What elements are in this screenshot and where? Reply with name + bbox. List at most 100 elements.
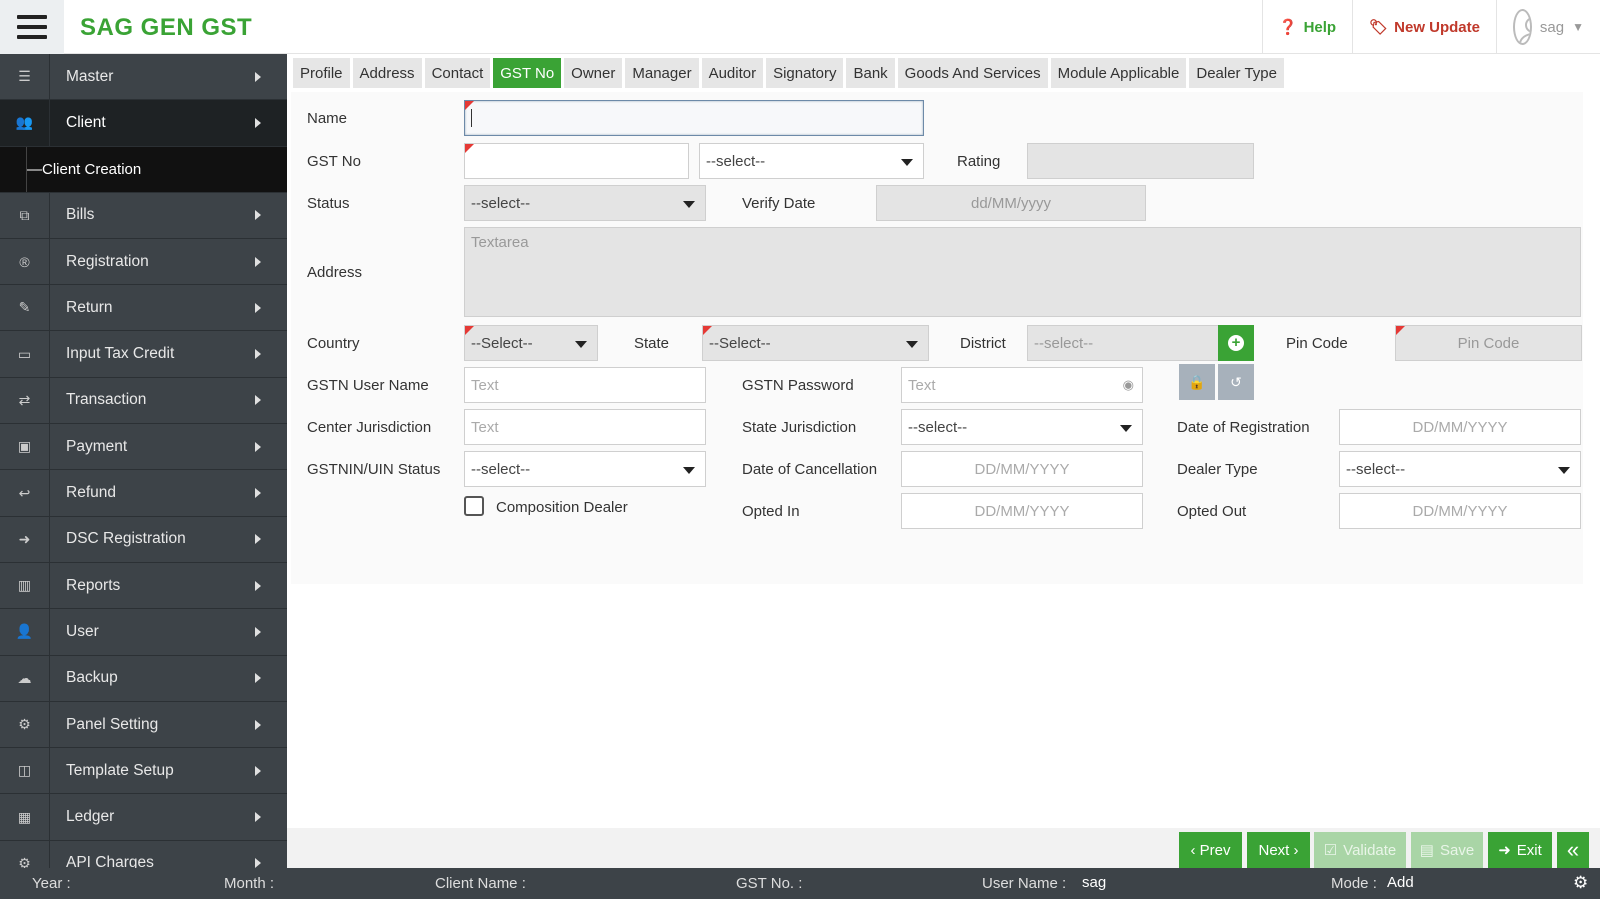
columns-icon: ◫ [0,748,50,794]
reset-button[interactable]: ↺ [1218,364,1254,400]
district-select[interactable]: --select-- [1027,325,1219,361]
sidebar-item-api-charges[interactable]: ⚙ API Charges [0,840,287,868]
country-select[interactable]: --Select-- [464,325,598,361]
country-label: Country [307,335,360,352]
sidebar-item-label: User [66,622,99,640]
status-select[interactable]: --select-- [464,185,706,221]
prev-button[interactable]: ‹ Prev [1179,832,1242,868]
sidebar-item-panel-setting[interactable]: ⚙ Panel Setting [0,701,287,749]
tab-owner[interactable]: Owner [564,58,623,88]
validate-button[interactable]: ☑ Validate [1314,832,1406,868]
question-circle-icon: ❓ [1278,19,1298,36]
dealer-type-label: Dealer Type [1177,461,1258,478]
caret-right-icon [255,719,261,730]
tab-module-applicable[interactable]: Module Applicable [1050,58,1187,88]
collapse-button[interactable]: « [1557,832,1589,868]
status-label: Status [307,195,350,212]
date-of-registration-input[interactable]: DD/MM/YYYY [1339,409,1581,445]
caret-right-icon [255,349,261,360]
copy-icon: ⧉ [0,192,50,238]
tab-contact[interactable]: Contact [424,58,491,88]
address-textarea[interactable]: Textarea [464,227,1581,317]
user-menu[interactable]: sag ▼ [1496,0,1600,54]
date-of-cancellation-input[interactable]: DD/MM/YYYY [901,451,1143,487]
lock-button[interactable]: 🔒 [1179,364,1215,400]
avatar [1513,9,1532,45]
tab-goods-and-services[interactable]: Goods And Services [897,58,1048,88]
state-jurisdiction-select[interactable]: --select-- [901,409,1143,445]
composition-dealer-checkbox[interactable] [464,496,484,516]
caret-right-icon [255,812,261,823]
lock-icon: 🔒 [1188,373,1206,390]
gstn-password-label: GSTN Password [742,377,854,394]
opted-in-input[interactable]: DD/MM/YYYY [901,493,1143,529]
gst-no-input[interactable] [464,143,689,179]
sidebar-item-label: Master [66,67,114,85]
action-bar: ‹ Prev Next › ☑ Validate ▤ Save ➜ Exit « [287,828,1600,868]
opted-out-input[interactable]: DD/MM/YYYY [1339,493,1581,529]
gst-no-type-select[interactable]: --select-- [699,143,924,179]
sidebar-item-backup[interactable]: ☁ Backup [0,655,287,702]
sidebar-item-label: Bills [66,206,95,224]
caret-right-icon [255,488,261,499]
app-title: SAG GEN GST [80,14,253,41]
credit-card-icon: ▭ [0,331,50,377]
check-square-icon: ☑ [1323,842,1338,859]
sidebar-item-return[interactable]: ✎ Return [0,285,287,332]
sidebar-item-bills[interactable]: ⧉ Bills [0,192,287,239]
new-update-button[interactable]: 🏷 New Update [1352,0,1496,54]
sidebar-item-dsc-registration[interactable]: ➜ DSC Registration [0,516,287,563]
tab-address[interactable]: Address [352,58,422,88]
main-content: Profile Address Contact GST No Owner Man… [287,54,1600,868]
state-label: State [634,335,670,352]
hamburger-menu-icon[interactable] [0,0,64,54]
tab-gst-no[interactable]: GST No [493,58,562,88]
uin-status-select[interactable]: --select-- [464,451,706,487]
sidebar-item-master[interactable]: ☰ Master [0,54,287,101]
month-label: Month : [224,875,275,892]
tab-signatory[interactable]: Signatory [766,58,844,88]
sidebar-item-refund[interactable]: ↩ Refund [0,470,287,517]
tab-dealer-type[interactable]: Dealer Type [1189,58,1284,88]
cog-icon: ⚙ [0,840,50,868]
name-label: Name [307,110,348,127]
gst-no-footer-label: GST No. : [736,875,803,892]
settings-gear-icon[interactable]: ⚙ [1573,873,1588,893]
gstn-user-name-input[interactable]: Text [464,367,706,403]
state-select[interactable]: --Select-- [702,325,929,361]
tab-auditor[interactable]: Auditor [701,58,764,88]
add-district-button[interactable]: + [1218,325,1254,361]
center-jurisdiction-input[interactable]: Text [464,409,706,445]
gstn-password-input[interactable]: Text ◉ [901,367,1143,403]
sidebar-item-label: Input Tax Credit [66,345,175,363]
pin-code-input[interactable]: Pin Code [1395,325,1582,361]
tab-profile[interactable]: Profile [293,58,350,88]
caret-right-icon [255,256,261,267]
sidebar-item-transaction[interactable]: ⇄ Transaction [0,377,287,425]
mode-value: Add [1387,874,1414,891]
sign-out-icon: ➜ [1498,842,1511,859]
sidebar-item-input-tax-credit[interactable]: ▭ Input Tax Credit [0,331,287,378]
tab-bank[interactable]: Bank [846,58,895,88]
sidebar-item-label: API Charges [66,854,154,868]
sidebar-item-client[interactable]: 👥 Client [0,100,287,147]
verify-date-label: Verify Date [742,195,816,212]
eye-slash-icon[interactable]: ◉ [1123,377,1134,393]
sidebar-item-reports[interactable]: ▥ Reports [0,562,287,610]
sidebar-item-ledger[interactable]: ▦ Ledger [0,794,287,841]
next-button[interactable]: Next › [1247,832,1310,868]
tab-manager[interactable]: Manager [625,58,699,88]
user-name-value: sag [1082,874,1107,891]
sidebar-item-template-setup[interactable]: ◫ Template Setup [0,748,287,795]
sidebar-subitem-client-creation[interactable]: — Client Creation [0,146,287,193]
sidebar-item-user[interactable]: 👤 User [0,609,287,656]
exit-button[interactable]: ➜ Exit [1488,832,1552,868]
dealer-type-select[interactable]: --select-- [1339,451,1581,487]
verify-date-input[interactable]: dd/MM/yyyy [876,185,1146,221]
save-button[interactable]: ▤ Save [1411,832,1483,868]
sidebar-item-payment[interactable]: ▣ Payment [0,424,287,471]
help-button[interactable]: ❓ Help [1261,0,1352,54]
sidebar-item-registration[interactable]: ® Registration [0,238,287,286]
sidebar-item-label: Payment [66,437,128,455]
name-input[interactable] [464,100,924,136]
